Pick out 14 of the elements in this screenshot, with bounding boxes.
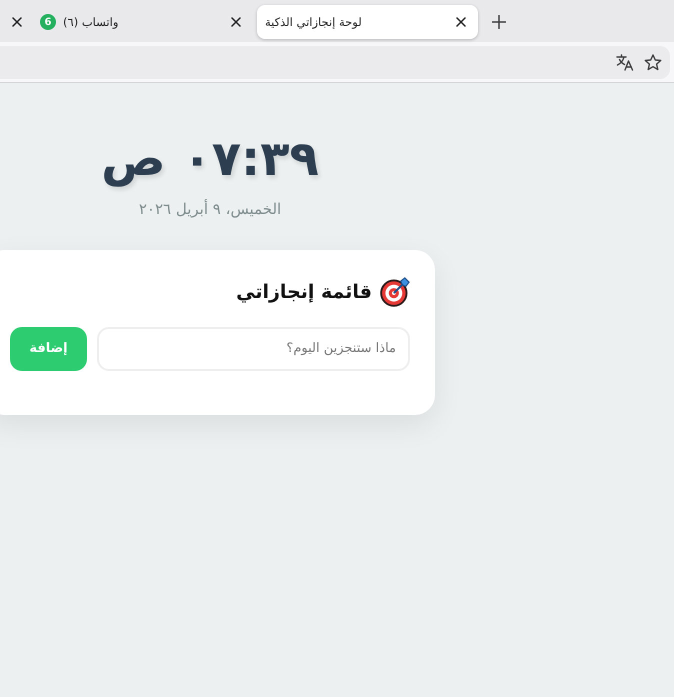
star-icon[interactable]: [644, 54, 662, 70]
date-text: الخميس، ٩ أبريل ٢٠٢٦: [138, 200, 282, 218]
plus-icon[interactable]: [492, 15, 506, 29]
card-title: قائمة إنجازاتي: [236, 280, 372, 303]
clock-time: ٠٧:٣٩ ص: [101, 131, 319, 189]
task-input[interactable]: ماذا ستنجزين اليوم؟: [97, 326, 410, 371]
browser-tab[interactable]: لوحة إنجازاتي الذكية: [257, 5, 478, 39]
target-icon: [380, 276, 410, 307]
close-icon[interactable]: [456, 17, 466, 27]
close-icon[interactable]: [12, 17, 22, 27]
address-field[interactable]: [0, 46, 670, 78]
unread-badge: 6: [40, 14, 56, 30]
close-icon[interactable]: [231, 17, 241, 27]
translate-icon[interactable]: [616, 54, 634, 70]
